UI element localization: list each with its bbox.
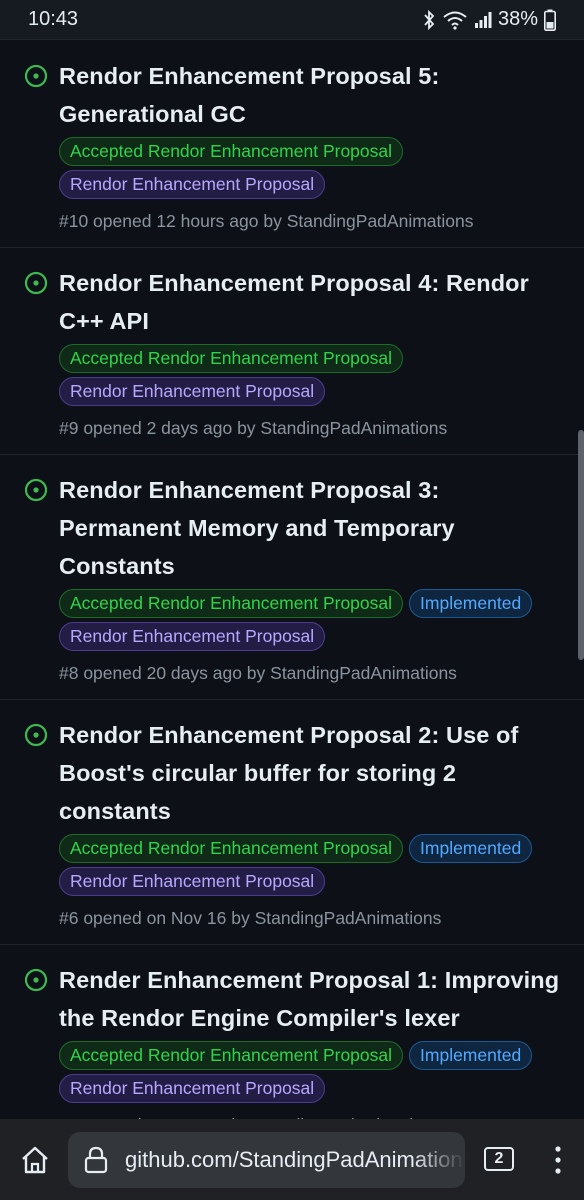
issue-meta: #10 opened 12 hours ago by StandingPadAn…: [59, 211, 474, 231]
label-badge[interactable]: Rendor Enhancement Proposal: [59, 170, 326, 199]
issue-labels: Accepted Rendor Enhancement Proposal Impl…: [59, 1041, 564, 1103]
status-icons: 38%: [422, 8, 556, 31]
issue-labels: Accepted Rendor Enhancement Proposal Impl…: [59, 834, 564, 896]
status-time: 10:43: [28, 8, 79, 30]
issue-open-icon: [24, 64, 48, 88]
battery-icon: [544, 9, 556, 31]
issue-open-icon: [24, 478, 48, 502]
label-badge[interactable]: Accepted Rendor Enhancement Proposal: [59, 344, 404, 373]
issue-labels: Accepted Rendor Enhancement Proposal Rend…: [59, 344, 564, 406]
issue-labels: Accepted Rendor Enhancement Proposal Rend…: [59, 137, 564, 199]
issue-title[interactable]: Rendor Enhancement Proposal 3: Permanent…: [59, 471, 564, 585]
issue-title[interactable]: Rendor Enhancement Proposal 4: Rendor C+…: [59, 264, 564, 340]
issue-meta: #9 opened 2 days ago by StandingPadAnima…: [59, 418, 448, 438]
label-badge[interactable]: Implemented: [409, 1041, 533, 1070]
label-badge[interactable]: Accepted Rendor Enhancement Proposal: [59, 589, 404, 618]
issue-meta: #6 opened on Nov 16 by StandingPadAnimat…: [59, 908, 442, 928]
label-badge[interactable]: Accepted Rendor Enhancement Proposal: [59, 834, 404, 863]
issue-row[interactable]: Rendor Enhancement Proposal 3: Permanent…: [0, 455, 584, 700]
browser-toolbar: github.com/StandingPadAnimations 2: [0, 1119, 584, 1200]
issue-open-icon: [24, 271, 48, 295]
wifi-icon: [443, 11, 467, 30]
signal-icon: [474, 11, 492, 28]
label-badge[interactable]: Rendor Enhancement Proposal: [59, 867, 326, 896]
issue-list: Rendor Enhancement Proposal 5: Generatio…: [0, 41, 584, 1119]
issue-row[interactable]: Render Enhancement Proposal 1: Improving…: [0, 945, 584, 1119]
more-options-icon[interactable]: [550, 1143, 566, 1177]
issue-row[interactable]: Rendor Enhancement Proposal 4: Rendor C+…: [0, 248, 584, 455]
label-badge[interactable]: Accepted Rendor Enhancement Proposal: [59, 137, 404, 166]
issue-title[interactable]: Rendor Enhancement Proposal 2: Use of Bo…: [59, 716, 564, 830]
home-icon[interactable]: [20, 1145, 50, 1175]
bluetooth-icon: [424, 9, 435, 30]
url-text[interactable]: github.com/StandingPadAnimations: [125, 1147, 465, 1173]
issue-row[interactable]: Rendor Enhancement Proposal 5: Generatio…: [0, 41, 584, 248]
label-badge[interactable]: Accepted Rendor Enhancement Proposal: [59, 1041, 404, 1070]
lock-icon: [84, 1146, 108, 1174]
label-badge[interactable]: Rendor Enhancement Proposal: [59, 622, 326, 651]
address-bar[interactable]: github.com/StandingPadAnimations: [68, 1132, 465, 1188]
tab-count: 2: [494, 1150, 504, 1167]
issue-title[interactable]: Rendor Enhancement Proposal 5: Generatio…: [59, 57, 564, 133]
label-badge[interactable]: Rendor Enhancement Proposal: [59, 1074, 326, 1103]
scrollbar[interactable]: [578, 430, 584, 660]
issue-meta: #8 opened 20 days ago by StandingPadAnim…: [59, 663, 457, 683]
label-badge[interactable]: Implemented: [409, 589, 533, 618]
issue-open-icon: [24, 968, 48, 992]
issue-labels: Accepted Rendor Enhancement Proposal Impl…: [59, 589, 564, 651]
battery-level: 38%: [497, 8, 538, 30]
issue-row[interactable]: Rendor Enhancement Proposal 2: Use of Bo…: [0, 700, 584, 945]
tab-switcher-button[interactable]: 2: [484, 1147, 514, 1171]
status-bar: 10:43 38%: [0, 0, 584, 40]
issue-open-icon: [24, 723, 48, 747]
label-badge[interactable]: Rendor Enhancement Proposal: [59, 377, 326, 406]
issue-title[interactable]: Render Enhancement Proposal 1: Improving…: [59, 961, 564, 1037]
label-badge[interactable]: Implemented: [409, 834, 533, 863]
